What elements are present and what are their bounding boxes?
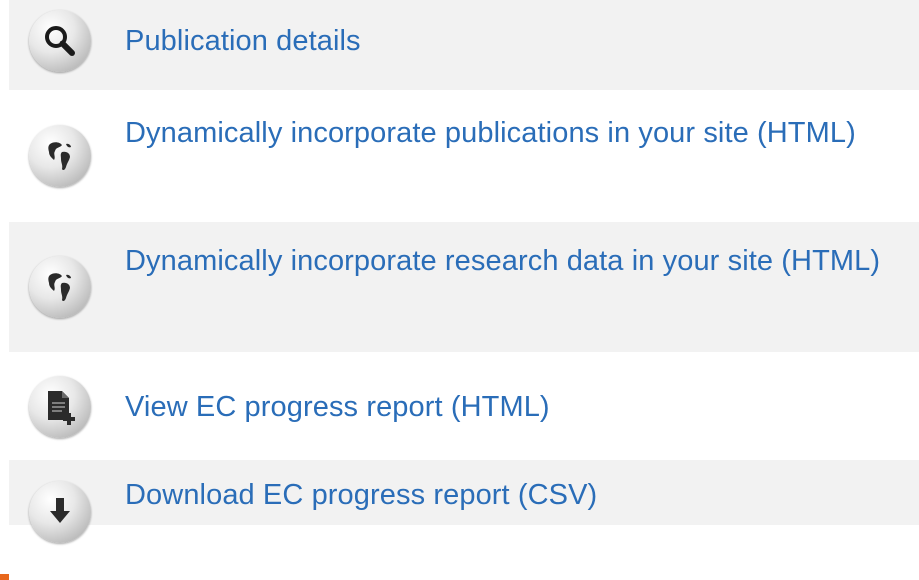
actions-panel: Publication details Dynamically incorpor…	[0, 0, 919, 580]
action-label[interactable]: View EC progress report (HTML)	[125, 385, 550, 430]
globe-icon	[29, 256, 91, 318]
action-view-ec-report[interactable]: View EC progress report (HTML)	[9, 352, 919, 460]
action-label[interactable]: Dynamically incorporate research data in…	[125, 239, 885, 284]
document-add-icon	[29, 376, 91, 438]
accent-border	[0, 0, 9, 580]
search-icon	[29, 10, 91, 72]
action-incorporate-research-data[interactable]: Dynamically incorporate research data in…	[9, 222, 919, 352]
action-label[interactable]: Dynamically incorporate publications in …	[125, 111, 885, 156]
action-incorporate-publications[interactable]: Dynamically incorporate publications in …	[9, 90, 919, 222]
globe-icon	[29, 125, 91, 187]
action-publication-details[interactable]: Publication details	[9, 0, 919, 90]
download-icon	[29, 481, 91, 543]
action-download-ec-report[interactable]: Download EC progress report (CSV)	[9, 460, 919, 543]
action-label[interactable]: Publication details	[125, 19, 361, 64]
actions-list: Publication details Dynamically incorpor…	[9, 0, 919, 543]
action-label[interactable]: Download EC progress report (CSV)	[125, 473, 597, 518]
